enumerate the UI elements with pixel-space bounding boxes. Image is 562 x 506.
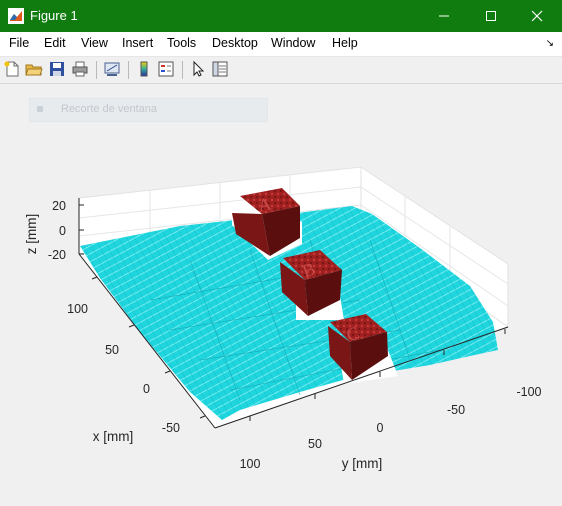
minimize-button[interactable] (421, 0, 467, 32)
menu-edit[interactable]: Edit (44, 36, 66, 50)
menu-desktop[interactable]: Desktop (212, 36, 258, 50)
x-axis-label: x [mm] (93, 429, 134, 444)
close-button[interactable] (514, 0, 560, 32)
y-tick-label: 50 (308, 437, 322, 451)
y-tick-label: -50 (447, 403, 465, 417)
menu-tools[interactable]: Tools (167, 36, 196, 50)
property-inspector-icon (212, 61, 228, 77)
title-bar: Figure 1 (0, 0, 562, 32)
maximize-icon (486, 11, 496, 21)
maximize-button[interactable] (468, 0, 514, 32)
x-tick-label: 0 (143, 382, 150, 396)
link-plot-icon (104, 62, 120, 76)
y-tick-label: 0 (377, 421, 384, 435)
new-figure-button[interactable] (3, 60, 21, 78)
save-button[interactable] (48, 60, 66, 78)
menu-help[interactable]: Help (332, 36, 358, 50)
toolbar (0, 57, 562, 84)
menu-file[interactable]: File (9, 36, 29, 50)
z-tick-label: -20 (48, 248, 66, 262)
x-tick-label: 100 (67, 302, 88, 316)
x-tick-label: -50 (162, 421, 180, 435)
open-folder-icon (25, 64, 43, 76)
open-file-button[interactable] (25, 60, 43, 78)
y-tick-label: -100 (516, 385, 541, 399)
window-title: Figure 1 (30, 8, 78, 23)
menu-view[interactable]: View (81, 36, 108, 50)
edit-plot-button[interactable] (189, 60, 207, 78)
print-button[interactable] (71, 60, 89, 78)
menu-insert[interactable]: Insert (122, 36, 153, 50)
matlab-icon (8, 8, 24, 24)
close-icon (531, 10, 543, 22)
plot-axes[interactable]: A B C 20 0 -20 z [mm] 100 50 0 -50 x [mm… (0, 84, 562, 506)
z-tick-label: 0 (59, 224, 66, 238)
x-tick-label: 50 (105, 343, 119, 357)
minimize-icon (439, 15, 449, 17)
pointer-icon (193, 60, 205, 77)
save-icon (50, 62, 64, 76)
colorbar-button[interactable] (135, 60, 153, 78)
menu-bar: File Edit View Insert Tools Desktop Wind… (0, 32, 562, 57)
z-tick-label: 20 (52, 199, 66, 213)
z-axis-label: z [mm] (24, 214, 39, 255)
menu-window[interactable]: Window (271, 36, 315, 50)
toolbar-separator (182, 61, 183, 79)
y-axis-label: y [mm] (342, 456, 383, 471)
print-icon (72, 61, 88, 77)
link-plot-button[interactable] (103, 60, 121, 78)
dock-arrow-icon[interactable]: ↘ (546, 38, 554, 49)
legend-button[interactable] (157, 60, 175, 78)
new-file-icon (4, 61, 19, 77)
y-tick-label: 100 (240, 457, 261, 471)
toolbar-separator (128, 61, 129, 79)
property-inspector-button[interactable] (211, 60, 229, 78)
colorbar-icon (140, 61, 148, 77)
legend-icon (158, 61, 174, 77)
toolbar-separator (96, 61, 97, 79)
